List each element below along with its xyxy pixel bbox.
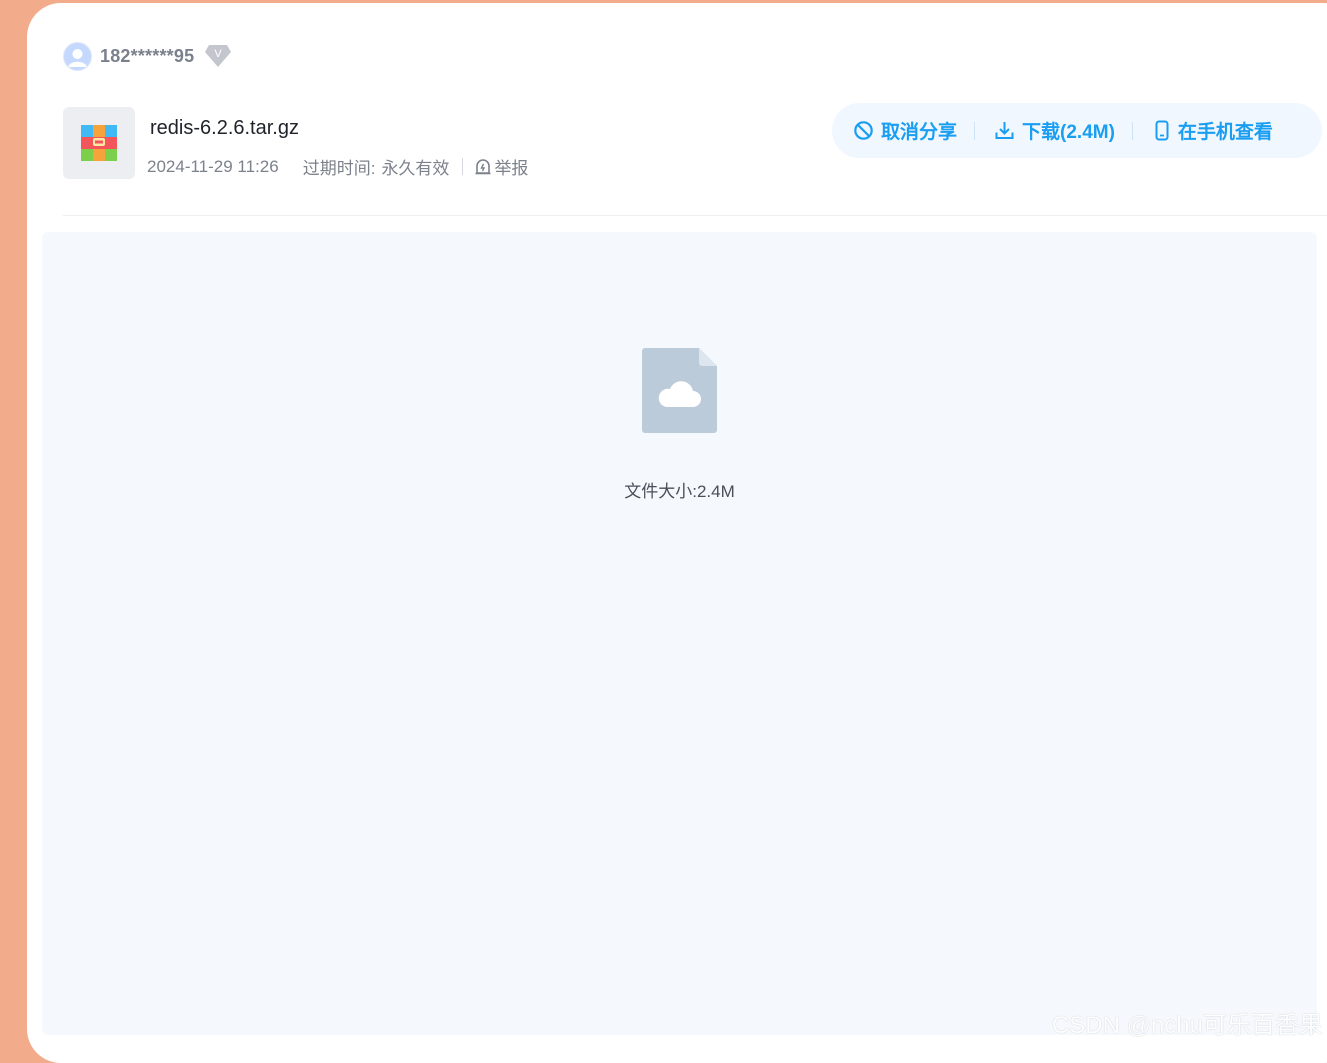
download-icon (995, 122, 1014, 139)
file-meta: 2024-11-29 11:26 过期时间: 永久有效 举报 (147, 154, 528, 179)
download-label: 下载(2.4M) (1022, 122, 1115, 143)
cloud-file-icon (642, 348, 717, 438)
meta-divider (462, 158, 464, 175)
cancel-share-label: 取消分享 (881, 122, 958, 143)
report-label: 举报 (494, 159, 529, 178)
action-divider (1131, 121, 1133, 140)
user-info: 182******95 V (63, 41, 232, 71)
vip-diamond-icon: V (204, 44, 232, 68)
action-divider (974, 121, 976, 140)
ban-icon (854, 121, 873, 140)
view-on-phone-label: 在手机查看 (1177, 122, 1273, 143)
action-bar: 取消分享 下载(2.4M) 在手机查看 (832, 103, 1322, 158)
watermark: CSDN @nchu可乐百香果 (1051, 1012, 1323, 1039)
archive-icon (63, 107, 135, 179)
alarm-icon (475, 158, 491, 174)
vip-badge-letter: V (215, 48, 223, 60)
header-divider (63, 215, 1327, 216)
expire-value: 永久有效 (381, 159, 450, 178)
share-date: 2024-11-29 11:26 (147, 156, 279, 176)
file-preview: 文件大小:2.4M (42, 232, 1317, 1035)
phone-icon (1155, 120, 1169, 141)
avatar[interactable] (63, 41, 92, 71)
file-size-text: 文件大小:2.4M (624, 482, 735, 501)
view-on-phone-button[interactable]: 在手机查看 (1153, 117, 1273, 144)
report-button[interactable]: 举报 (474, 154, 528, 179)
file-name: redis-6.2.6.tar.gz (150, 117, 299, 139)
download-button[interactable]: 下载(2.4M) (994, 117, 1115, 144)
expire-label: 过期时间: (302, 159, 376, 178)
username: 182******95 (100, 45, 195, 66)
cancel-share-button[interactable]: 取消分享 (853, 117, 957, 144)
